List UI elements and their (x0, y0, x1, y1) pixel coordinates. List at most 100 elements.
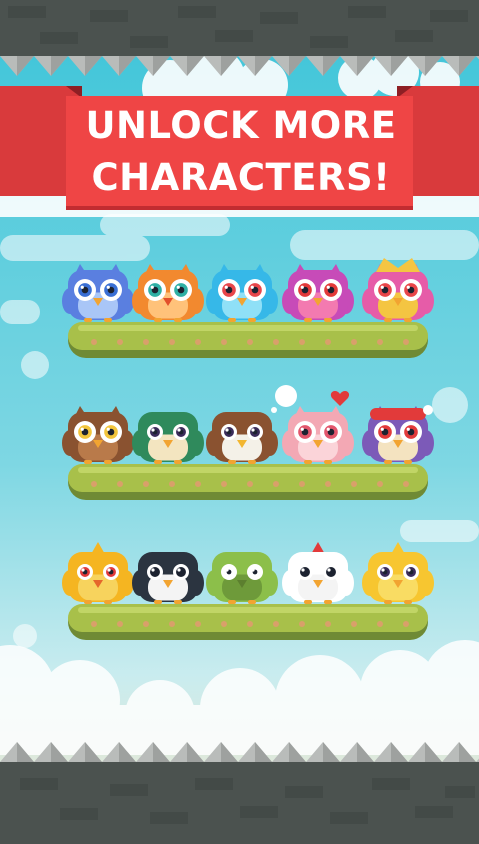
flower-decoration (117, 621, 123, 627)
flower-decoration (325, 621, 331, 627)
eye-shine (380, 427, 384, 431)
foot (404, 460, 412, 464)
shelf-highlight (78, 467, 418, 473)
flower-decoration (221, 339, 227, 345)
flower-decoration (351, 481, 357, 487)
foot (384, 318, 392, 322)
eye-shine (406, 285, 410, 289)
foot (154, 460, 162, 464)
eye-shine (300, 285, 304, 289)
flower-decoration (403, 621, 409, 627)
eye-shine (327, 568, 331, 572)
foot (404, 318, 412, 322)
character-shelves (62, 258, 434, 640)
eye-shine (381, 568, 385, 572)
foot (304, 460, 312, 464)
flower-decoration (299, 339, 305, 345)
eye-shine (150, 285, 154, 289)
game-screen: UNLOCK MORE CHARACTERS! (0, 0, 479, 844)
foot (84, 600, 92, 604)
eye-shine (80, 285, 84, 289)
flower-decoration (117, 481, 123, 487)
flower-decoration (247, 339, 253, 345)
eye-shine (326, 285, 330, 289)
top-wall (0, 0, 479, 56)
shelf (62, 542, 434, 640)
foot (248, 318, 256, 322)
foot (304, 318, 312, 322)
flower-decoration (169, 621, 175, 627)
foot (324, 460, 332, 464)
foot (228, 318, 236, 322)
foot (228, 460, 236, 464)
flower-decoration (195, 481, 201, 487)
foot (248, 600, 256, 604)
eye-shine (251, 568, 255, 572)
shelf (62, 258, 434, 358)
foot (174, 600, 182, 604)
flower-decoration (91, 481, 97, 487)
foot (228, 600, 236, 604)
foot (84, 318, 92, 322)
flower-decoration (247, 621, 253, 627)
speech-bubble-dot (271, 407, 277, 413)
eye-shine (176, 285, 180, 289)
shelf-highlight (78, 607, 418, 613)
flower-decoration (273, 621, 279, 627)
santa-hat-icon (370, 408, 426, 420)
foot (304, 600, 312, 604)
flower-decoration (195, 621, 201, 627)
eye-shine (301, 568, 305, 572)
foot (104, 460, 112, 464)
banner-title-line-1: UNLOCK MORE (85, 104, 397, 147)
banner-title-line-2: CHARACTERS! (91, 156, 391, 199)
eye-shine (225, 428, 229, 432)
eye-shine (300, 427, 304, 431)
duck-character (132, 412, 204, 464)
flower-decoration (325, 339, 331, 345)
bottom-wall (0, 762, 479, 844)
eye-shine (251, 428, 255, 432)
eye-shine (151, 568, 155, 572)
flower-decoration (377, 481, 383, 487)
flower-decoration (403, 339, 409, 345)
foot (384, 600, 392, 604)
eye-shine (177, 428, 181, 432)
eye-shine (225, 568, 229, 572)
eye-shine (407, 568, 411, 572)
flower-decoration (299, 481, 305, 487)
flower-decoration (195, 339, 201, 345)
foot (104, 600, 112, 604)
eye-shine (224, 285, 228, 289)
foot (384, 460, 392, 464)
eye-shine (250, 285, 254, 289)
eye-shine (406, 427, 410, 431)
flower-decoration (247, 481, 253, 487)
flower-decoration (221, 621, 227, 627)
eye-shine (177, 568, 181, 572)
flower-decoration (143, 621, 149, 627)
speech-bubble-icon (275, 385, 297, 407)
flower-decoration (299, 621, 305, 627)
flower-decoration (169, 339, 175, 345)
flower-decoration (273, 481, 279, 487)
flower-decoration (377, 621, 383, 627)
foot (104, 318, 112, 322)
foot (174, 460, 182, 464)
flower-decoration (273, 339, 279, 345)
flower-decoration (117, 339, 123, 345)
shelf-highlight (78, 325, 418, 331)
eye-shine (151, 428, 155, 432)
flower-decoration (403, 481, 409, 487)
frankenstein-character (206, 552, 278, 604)
eye-shine (80, 427, 84, 431)
foot (154, 318, 162, 322)
flower-decoration (351, 621, 357, 627)
eye-shine (81, 568, 85, 572)
eye-shine (380, 285, 384, 289)
flower-decoration (91, 339, 97, 345)
flower-decoration (325, 481, 331, 487)
foot (324, 600, 332, 604)
flower-decoration (351, 339, 357, 345)
flower-decoration (91, 621, 97, 627)
